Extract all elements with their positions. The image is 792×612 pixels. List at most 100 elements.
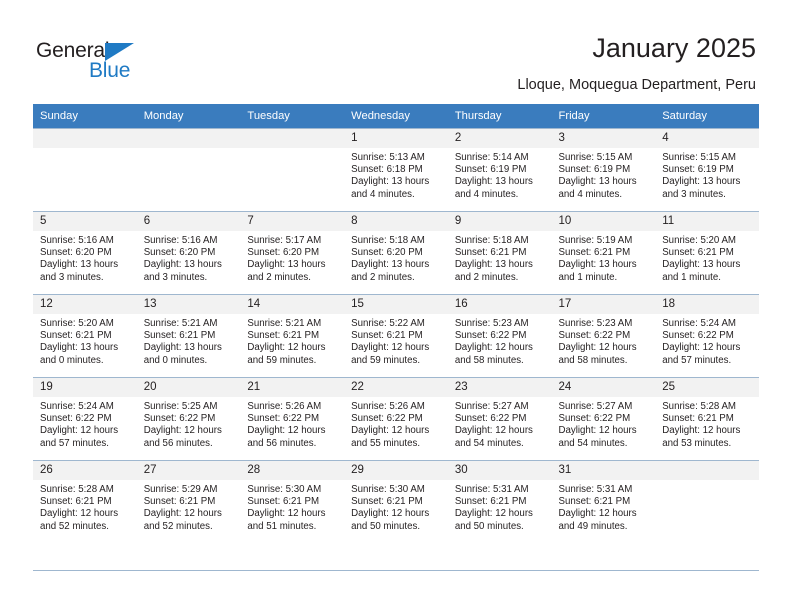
calendar-day-cell[interactable]: 24 Sunrise: 5:27 AM Sunset: 6:22 PM Dayligh… — [551, 377, 656, 461]
day-number: 8 — [344, 212, 448, 231]
day-sun-info — [33, 148, 137, 152]
calendar-day-cell[interactable]: 10 Sunrise: 5:19 AM Sunset: 6:21 PM Dayligh… — [551, 211, 656, 295]
sunset-text: Sunset: 6:22 PM — [558, 413, 631, 425]
day-sun-info: Sunrise: 5:18 AM Sunset: 6:20 PM Daylight:… — [344, 231, 448, 284]
calendar-day-cell[interactable]: 3 Sunrise: 5:15 AM Sunset: 6:19 PM Daylight… — [551, 128, 656, 212]
sunrise-text: Sunrise: 5:26 AM — [247, 401, 322, 412]
calendar-day-cell[interactable]: 2 Sunrise: 5:14 AM Sunset: 6:19 PM Daylight… — [447, 128, 552, 212]
day-number: 29 — [344, 461, 448, 480]
daylight-text-line1: Daylight: 12 hours — [662, 425, 741, 437]
calendar-day-cell[interactable]: 15 Sunrise: 5:22 AM Sunset: 6:21 PM Dayligh… — [344, 294, 448, 378]
daylight-text-line2: and 58 minutes. — [558, 354, 628, 366]
day-sun-info: Sunrise: 5:19 AM Sunset: 6:21 PM Daylight:… — [552, 231, 656, 284]
day-sun-info: Sunrise: 5:27 AM Sunset: 6:22 PM Daylight:… — [552, 397, 656, 450]
daylight-text-line2: and 57 minutes. — [40, 437, 109, 449]
day-number: 30 — [447, 461, 552, 480]
day-number: 4 — [655, 129, 759, 148]
daylight-text-line1: Daylight: 12 hours — [454, 508, 533, 520]
calendar-day-cell[interactable]: 6 Sunrise: 5:16 AM Sunset: 6:20 PM Daylight… — [136, 211, 241, 295]
calendar-day-cell[interactable]: 27 Sunrise: 5:29 AM Sunset: 6:21 PM Dayligh… — [136, 460, 241, 543]
calendar-day-cell[interactable]: 13 Sunrise: 5:21 AM Sunset: 6:21 PM Dayligh… — [136, 294, 241, 378]
day-cell-inner: 6 Sunrise: 5:16 AM Sunset: 6:20 PM Daylight… — [136, 212, 241, 294]
calendar-page: General Blue January 2025 Lloque, Moqueg… — [0, 0, 792, 612]
sunrise-text: Sunrise: 5:16 AM — [143, 235, 218, 246]
sunset-text: Sunset: 6:21 PM — [247, 496, 320, 508]
day-number: 24 — [551, 378, 656, 397]
calendar-day-cell[interactable]: 29 Sunrise: 5:30 AM Sunset: 6:21 PM Dayligh… — [344, 460, 448, 543]
daylight-text-line2: and 3 minutes. — [662, 188, 726, 200]
calendar-day-cell[interactable]: 18 Sunrise: 5:24 AM Sunset: 6:22 PM Dayligh… — [655, 294, 759, 378]
day-cell-inner: 15 Sunrise: 5:22 AM Sunset: 6:21 PM Dayligh… — [344, 295, 448, 377]
day-cell-inner: 14 Sunrise: 5:21 AM Sunset: 6:21 PM Dayligh… — [240, 295, 345, 377]
day-number: 11 — [655, 212, 759, 231]
sunset-text: Sunset: 6:19 PM — [662, 164, 734, 176]
daylight-text-line1: Daylight: 12 hours — [247, 425, 326, 437]
weekday-header-saturday: Saturday — [655, 104, 759, 129]
day-cell-inner: 8 Sunrise: 5:18 AM Sunset: 6:20 PM Daylight… — [344, 212, 448, 294]
day-sun-info: Sunrise: 5:22 AM Sunset: 6:21 PM Daylight:… — [344, 314, 448, 367]
sunset-text: Sunset: 6:21 PM — [247, 330, 320, 342]
daylight-text-line1: Daylight: 13 hours — [662, 259, 741, 271]
sunrise-text: Sunrise: 5:31 AM — [454, 484, 529, 495]
sunrise-text: Sunrise: 5:31 AM — [558, 484, 633, 495]
calendar-day-cell[interactable]: 5 Sunrise: 5:16 AM Sunset: 6:20 PM Daylight… — [33, 211, 137, 295]
day-sun-info: Sunrise: 5:28 AM Sunset: 6:21 PM Daylight:… — [655, 397, 759, 450]
day-cell-inner: 26 Sunrise: 5:28 AM Sunset: 6:21 PM Dayligh… — [33, 461, 137, 543]
sunset-text: Sunset: 6:21 PM — [662, 247, 734, 259]
day-number: 27 — [136, 461, 241, 480]
calendar-day-cell[interactable]: 12 Sunrise: 5:20 AM Sunset: 6:21 PM Dayligh… — [33, 294, 137, 378]
day-cell-inner: 12 Sunrise: 5:20 AM Sunset: 6:21 PM Dayligh… — [33, 295, 137, 377]
calendar-day-cell[interactable]: 26 Sunrise: 5:28 AM Sunset: 6:21 PM Dayligh… — [33, 460, 137, 543]
weekday-header-thursday: Thursday — [447, 104, 552, 129]
calendar-day-cell[interactable]: 25 Sunrise: 5:28 AM Sunset: 6:21 PM Dayligh… — [655, 377, 759, 461]
calendar-day-cell[interactable]: 17 Sunrise: 5:23 AM Sunset: 6:22 PM Dayligh… — [551, 294, 656, 378]
day-number: 22 — [344, 378, 448, 397]
calendar-day-cell[interactable]: 20 Sunrise: 5:25 AM Sunset: 6:22 PM Dayligh… — [136, 377, 241, 461]
sunset-text: Sunset: 6:21 PM — [454, 496, 527, 508]
calendar-day-cell[interactable]: 9 Sunrise: 5:18 AM Sunset: 6:21 PM Daylight… — [447, 211, 552, 295]
day-cell-inner: 10 Sunrise: 5:19 AM Sunset: 6:21 PM Dayligh… — [551, 212, 656, 294]
daylight-text-line1: Daylight: 12 hours — [247, 508, 326, 520]
calendar-day-cell[interactable]: 1 Sunrise: 5:13 AM Sunset: 6:18 PM Daylight… — [344, 128, 448, 212]
daylight-text-line2: and 57 minutes. — [662, 354, 732, 366]
calendar-day-cell[interactable]: 30 Sunrise: 5:31 AM Sunset: 6:21 PM Dayligh… — [447, 460, 552, 543]
day-cell-inner: 13 Sunrise: 5:21 AM Sunset: 6:21 PM Dayligh… — [136, 295, 241, 377]
calendar-day-cell[interactable]: 8 Sunrise: 5:18 AM Sunset: 6:20 PM Daylight… — [344, 211, 448, 295]
daylight-text-line1: Daylight: 12 hours — [558, 508, 637, 520]
sunrise-text: Sunrise: 5:27 AM — [558, 401, 633, 412]
sunset-text: Sunset: 6:22 PM — [143, 413, 216, 425]
sunset-text: Sunset: 6:19 PM — [558, 164, 631, 176]
calendar-day-cell[interactable]: 19 Sunrise: 5:24 AM Sunset: 6:22 PM Dayligh… — [33, 377, 137, 461]
calendar-day-cell[interactable]: 31 Sunrise: 5:31 AM Sunset: 6:21 PM Dayligh… — [551, 460, 656, 543]
calendar-day-cell[interactable]: 14 Sunrise: 5:21 AM Sunset: 6:21 PM Dayligh… — [240, 294, 345, 378]
calendar-day-cell[interactable]: 28 Sunrise: 5:30 AM Sunset: 6:21 PM Dayligh… — [240, 460, 345, 543]
daylight-text-line1: Daylight: 13 hours — [351, 176, 430, 188]
daylight-text-line2: and 2 minutes. — [351, 271, 415, 283]
calendar-day-cell[interactable]: 11 Sunrise: 5:20 AM Sunset: 6:21 PM Dayligh… — [655, 211, 759, 295]
day-sun-info: Sunrise: 5:13 AM Sunset: 6:18 PM Daylight:… — [344, 148, 448, 201]
calendar-day-cell[interactable]: 22 Sunrise: 5:26 AM Sunset: 6:22 PM Dayligh… — [344, 377, 448, 461]
calendar-week-row: 5 Sunrise: 5:16 AM Sunset: 6:20 PM Daylight… — [33, 211, 759, 295]
day-sun-info: Sunrise: 5:31 AM Sunset: 6:21 PM Daylight:… — [448, 480, 552, 533]
calendar-day-cell[interactable]: 23 Sunrise: 5:27 AM Sunset: 6:22 PM Dayligh… — [447, 377, 552, 461]
daylight-text-line1: Daylight: 13 hours — [558, 259, 637, 271]
day-sun-info: Sunrise: 5:16 AM Sunset: 6:20 PM Daylight:… — [33, 231, 137, 284]
calendar-day-cell[interactable]: 16 Sunrise: 5:23 AM Sunset: 6:22 PM Dayligh… — [447, 294, 552, 378]
day-sun-info: Sunrise: 5:26 AM Sunset: 6:22 PM Daylight:… — [344, 397, 448, 450]
calendar-day-cell[interactable]: 7 Sunrise: 5:17 AM Sunset: 6:20 PM Daylight… — [240, 211, 345, 295]
day-sun-info: Sunrise: 5:24 AM Sunset: 6:22 PM Daylight:… — [33, 397, 137, 450]
sunrise-text: Sunrise: 5:20 AM — [40, 318, 114, 329]
sunrise-text: Sunrise: 5:14 AM — [454, 152, 529, 163]
day-number: 16 — [447, 295, 552, 314]
day-sun-info: Sunrise: 5:28 AM Sunset: 6:21 PM Daylight:… — [33, 480, 137, 533]
general-blue-logo[interactable]: General Blue — [36, 39, 156, 85]
day-number — [136, 129, 241, 148]
sunset-text: Sunset: 6:21 PM — [662, 413, 734, 425]
daylight-text-line1: Daylight: 13 hours — [40, 259, 119, 271]
page-title: January 2025 — [592, 33, 756, 63]
calendar-cell-empty — [136, 128, 241, 212]
calendar-day-cell[interactable]: 4 Sunrise: 5:15 AM Sunset: 6:19 PM Daylight… — [655, 128, 759, 212]
calendar-day-cell[interactable]: 21 Sunrise: 5:26 AM Sunset: 6:22 PM Dayligh… — [240, 377, 345, 461]
day-cell-inner: 22 Sunrise: 5:26 AM Sunset: 6:22 PM Dayligh… — [344, 378, 448, 460]
calendar-week-row: 26 Sunrise: 5:28 AM Sunset: 6:21 PM Dayligh… — [33, 460, 759, 543]
